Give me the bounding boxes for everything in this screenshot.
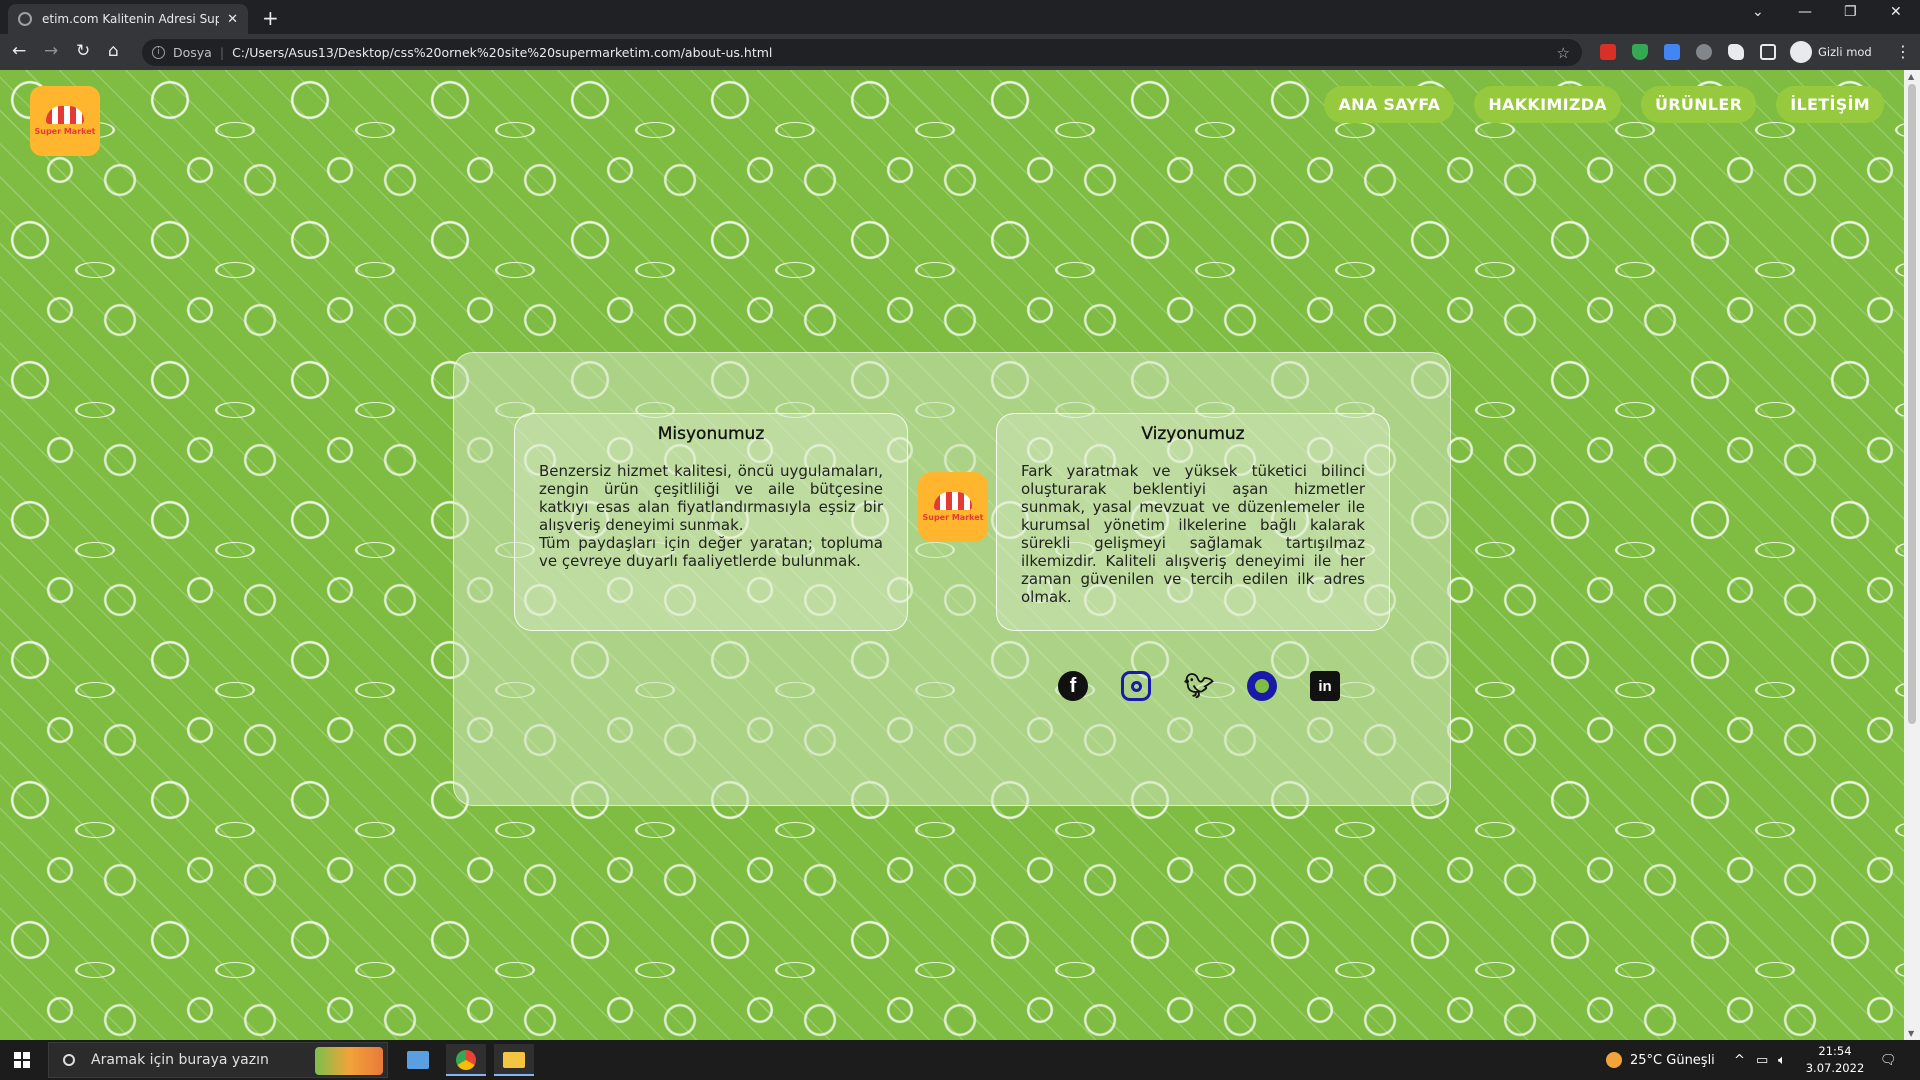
- chrome-taskbar-icon[interactable]: [446, 1044, 486, 1076]
- tab-search-icon[interactable]: ⌄: [1752, 4, 1764, 20]
- taskbar-app-icon[interactable]: [398, 1044, 438, 1076]
- search-placeholder: Aramak için buraya yazın: [91, 1052, 269, 1068]
- network-icon[interactable]: ▭: [1756, 1040, 1768, 1080]
- weather-widget[interactable]: 25°C Güneşli: [1606, 1040, 1715, 1080]
- browser-toolbar: ← → ↻ ⌂ i Dosya | C:/Users/Asus13/Deskto…: [0, 34, 1920, 70]
- url-text: C:/Users/Asus13/Desktop/css%20ornek%20si…: [232, 45, 773, 60]
- clock-time: 21:54: [1818, 1044, 1852, 1058]
- menu-kebab-icon[interactable]: ⋮: [1895, 42, 1911, 61]
- globe-icon: [18, 12, 32, 26]
- nav-contact[interactable]: İLETİŞİM: [1776, 86, 1884, 123]
- center-logo: Super Market: [918, 472, 988, 542]
- reload-icon[interactable]: ↻: [76, 41, 90, 61]
- page-viewport: Super Market ANA SAYFA HAKKIMIZDA ÜRÜNLE…: [0, 70, 1904, 1040]
- minimize-button[interactable]: —: [1798, 4, 1812, 20]
- weather-text: 25°C Güneşli: [1630, 1052, 1715, 1068]
- search-highlight-image: [315, 1047, 383, 1075]
- side-panel-icon[interactable]: [1760, 44, 1776, 60]
- puzzle-extensions-icon[interactable]: [1728, 44, 1744, 60]
- url-scheme-label: Dosya: [173, 45, 212, 60]
- twitter-icon[interactable]: 🐦︎: [1184, 671, 1214, 701]
- address-bar[interactable]: i Dosya | C:/Users/Asus13/Desktop/css%20…: [142, 39, 1582, 66]
- vision-card: Vizyonumuz Fark yaratmak ve yüksek tüket…: [996, 413, 1390, 631]
- clock-date: 3.07.2022: [1805, 1061, 1865, 1075]
- linkedin-icon[interactable]: in: [1310, 671, 1340, 701]
- taskbar-search[interactable]: Aramak için buraya yazın: [48, 1042, 388, 1078]
- mission-text: Benzersiz hizmet kalitesi, öncü uygulama…: [539, 462, 883, 534]
- store-awning-icon: [934, 492, 972, 510]
- github-icon[interactable]: [1247, 671, 1277, 701]
- close-window-button[interactable]: ✕: [1890, 4, 1902, 20]
- shield-extension-icon[interactable]: [1632, 44, 1648, 60]
- nav-products[interactable]: ÜRÜNLER: [1641, 86, 1757, 123]
- vertical-scrollbar[interactable]: ▲ ▼: [1904, 70, 1920, 1040]
- mission-title: Misyonumuz: [657, 424, 765, 444]
- volume-icon[interactable]: 🔈︎: [1778, 1040, 1786, 1080]
- back-icon[interactable]: ←: [12, 41, 26, 61]
- close-tab-icon[interactable]: ✕: [227, 12, 238, 27]
- main-nav: ANA SAYFA HAKKIMIZDA ÜRÜNLER İLETİŞİM: [1324, 86, 1904, 123]
- social-links: f 🐦︎ in: [1058, 671, 1340, 701]
- file-explorer-taskbar-icon[interactable]: [494, 1044, 534, 1076]
- vision-title: Vizyonumuz: [1141, 424, 1245, 444]
- url-separator: |: [219, 45, 225, 60]
- info-icon[interactable]: i: [152, 46, 165, 59]
- taskbar: Aramak için buraya yazın 25°C Güneşli ^ …: [0, 1040, 1920, 1080]
- about-panel: Misyonumuz Benzersiz hizmet kalitesi, ön…: [453, 352, 1451, 806]
- person-extension-icon[interactable]: [1696, 44, 1712, 60]
- profile-label: Gizli mod: [1818, 45, 1872, 59]
- scroll-down-icon[interactable]: ▼: [1908, 1029, 1914, 1038]
- store-awning-icon: [46, 106, 84, 124]
- incognito-icon: [1790, 41, 1812, 63]
- tab-title: etim.com Kalitenin Adresi Super: [42, 12, 220, 26]
- notifications-icon[interactable]: 🗨︎: [1880, 1040, 1897, 1080]
- tray-chevron-icon[interactable]: ^: [1734, 1040, 1745, 1080]
- browser-tab-bar: etim.com Kalitenin Adresi Super ✕ + ⌄ — …: [0, 0, 1920, 34]
- vision-text: Fark yaratmak ve yüksek tüketici bilinci…: [1021, 462, 1365, 606]
- mission-card: Misyonumuz Benzersiz hizmet kalitesi, ön…: [514, 413, 908, 631]
- nav-about[interactable]: HAKKIMIZDA: [1474, 86, 1621, 123]
- mission-text-2: Tüm paydaşları için değer yaratan; toplu…: [539, 534, 883, 570]
- browser-tab[interactable]: etim.com Kalitenin Adresi Super ✕: [8, 4, 248, 34]
- facebook-icon[interactable]: f: [1058, 671, 1088, 701]
- clock[interactable]: 21:54 3.07.2022: [1800, 1043, 1870, 1077]
- sun-icon: [1606, 1052, 1622, 1068]
- center-logo-text: Super Market: [922, 513, 984, 522]
- windows-start-icon[interactable]: [14, 1052, 30, 1068]
- scrollbar-thumb[interactable]: [1908, 84, 1916, 724]
- site-logo[interactable]: Super Market: [30, 86, 100, 156]
- adblock-extension-icon[interactable]: [1600, 44, 1616, 60]
- home-icon[interactable]: ⌂: [108, 41, 119, 61]
- bookmark-star-icon[interactable]: ☆: [1557, 44, 1570, 62]
- logo-text: Super Market: [34, 127, 96, 136]
- translate-extension-icon[interactable]: [1664, 44, 1680, 60]
- search-icon: [63, 1054, 75, 1066]
- instagram-icon[interactable]: [1121, 671, 1151, 701]
- restore-button[interactable]: ❐: [1844, 4, 1857, 20]
- nav-home[interactable]: ANA SAYFA: [1324, 86, 1455, 123]
- scroll-up-icon[interactable]: ▲: [1908, 72, 1914, 81]
- new-tab-button[interactable]: +: [262, 6, 279, 30]
- incognito-profile[interactable]: Gizli mod: [1790, 40, 1872, 64]
- forward-icon[interactable]: →: [44, 41, 58, 61]
